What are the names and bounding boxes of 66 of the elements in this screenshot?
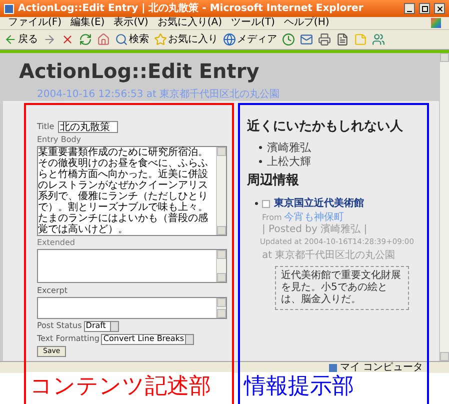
document-button[interactable] (336, 33, 349, 46)
stop-icon (61, 33, 74, 46)
section-heading: 周辺情報 (247, 172, 300, 190)
stop-button[interactable] (61, 33, 74, 46)
image-placeholder-icon (262, 200, 270, 208)
field-label: Post Status (37, 320, 82, 332)
minimize-button[interactable] (404, 3, 415, 14)
bullet-icon (259, 146, 262, 149)
star-icon (154, 33, 167, 46)
place-link[interactable]: 東京国立近代美術館 (274, 196, 364, 211)
entry-dateline: 2004-10-16 12:56:53 at 東京都千代田区北の丸公園 (37, 88, 281, 102)
security-zone: マイ コンピュータ (340, 362, 423, 372)
menu-item[interactable]: ツール(T) (231, 18, 275, 28)
forward-button[interactable] (43, 33, 56, 46)
person-name: 上松大輝 (267, 154, 311, 168)
menu-item[interactable]: ヘルプ(H) (284, 18, 330, 28)
people-button[interactable] (372, 33, 385, 46)
note-icon (354, 33, 367, 46)
computer-icon (328, 364, 337, 372)
search-button[interactable]: 検索 (115, 33, 149, 46)
home-icon (97, 33, 110, 46)
place-text: at 東京都千代田区北の丸公園 (262, 248, 396, 263)
back-button[interactable]: 戻る (4, 33, 38, 46)
from-label: From (262, 212, 282, 224)
people-icon (372, 33, 385, 46)
close-icon (436, 4, 444, 12)
print-icon (318, 33, 331, 46)
bullet-icon (259, 160, 262, 163)
back-icon (4, 33, 17, 46)
globe-icon (223, 33, 236, 46)
menu-item[interactable]: 表示(V) (114, 18, 148, 28)
menu-item[interactable]: お気に入り(A) (157, 18, 222, 28)
globe-button[interactable]: メディア (223, 33, 277, 46)
field-label: Entry Body (37, 134, 82, 146)
posted-by-text: | Posted by 濱崎雅弘 | (262, 224, 368, 235)
forward-icon (43, 33, 56, 46)
browser-icon (4, 4, 14, 14)
window-title: ActionLog::Edit Entry | 北の丸散策 - Microsoft Internet Explorer (18, 2, 364, 16)
search-icon (115, 33, 128, 46)
page-heading: ActionLog::Edit Entry (19, 61, 260, 81)
excerpt-box: 近代美術館で重要文化財展を見た。小5であの絵とは、脳金入りだ。 (275, 266, 409, 310)
maximize-button[interactable] (419, 3, 430, 14)
text-formatting-select[interactable]: Convert Line Breaks (101, 334, 194, 344)
section-heading: 近くにいたかもしれない人 (247, 118, 404, 136)
document-icon (336, 33, 349, 46)
star-button[interactable]: お気に入り (154, 33, 218, 46)
mail-button[interactable] (300, 33, 313, 46)
title-field[interactable]: 北の丸散策 (58, 121, 118, 133)
field-label: Title (37, 121, 54, 133)
menu-item[interactable]: 編集(E) (70, 18, 105, 28)
home-button[interactable] (97, 33, 110, 46)
menu-item[interactable]: ファイル(F) (8, 18, 62, 28)
field-label: Extended (37, 237, 76, 249)
history-icon (282, 33, 295, 46)
refresh-icon (79, 33, 92, 46)
mail-icon (300, 33, 313, 46)
person-name: 濱崎雅弘 (267, 140, 311, 154)
bullet-icon (255, 202, 258, 205)
post-status-select[interactable]: Draft (84, 320, 119, 332)
field-label: Text Formatting (37, 333, 100, 345)
refresh-button[interactable] (79, 33, 92, 46)
windows-logo-icon (431, 18, 441, 28)
close-button[interactable] (434, 3, 445, 14)
print-button[interactable] (318, 33, 331, 46)
field-label: Excerpt (37, 285, 68, 297)
history-button[interactable] (282, 33, 295, 46)
